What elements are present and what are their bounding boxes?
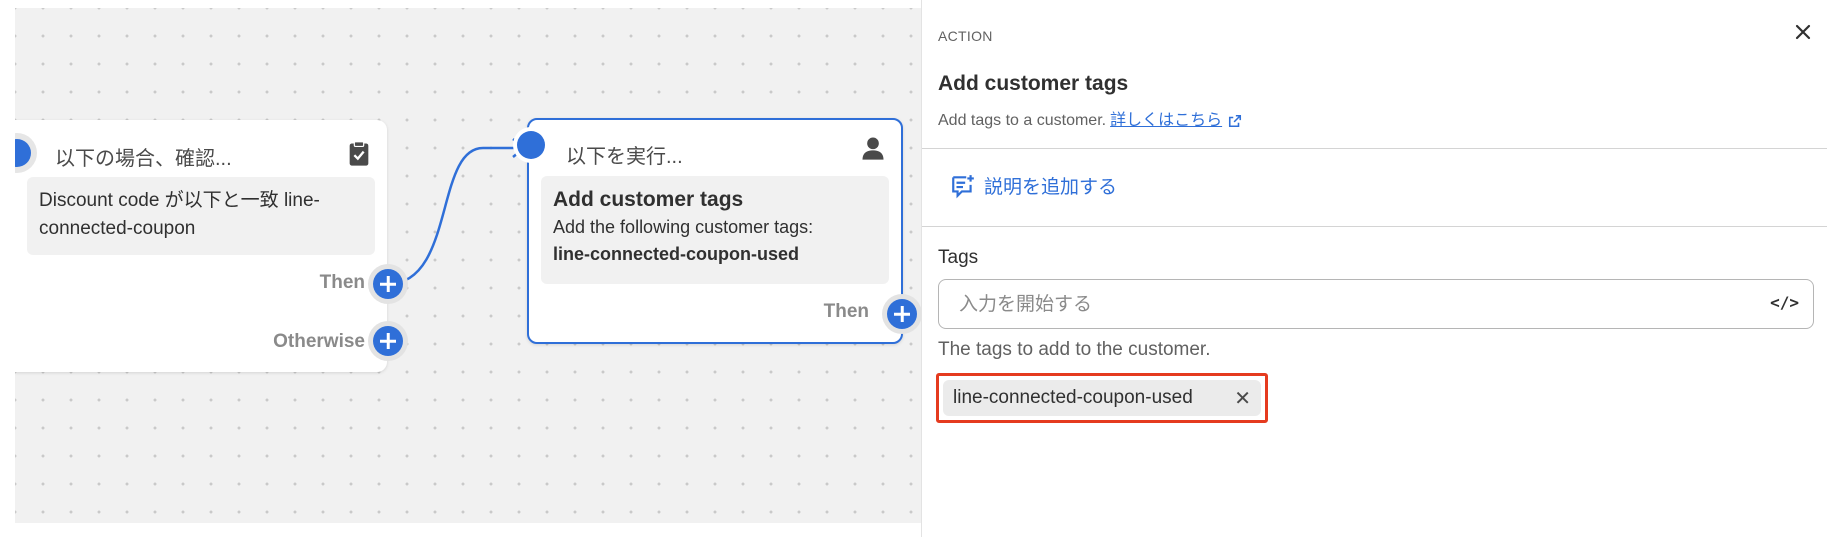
- panel-eyebrow: ACTION: [938, 28, 993, 44]
- tags-input-wrapper[interactable]: </>: [938, 279, 1814, 330]
- node-input-dot[interactable]: [15, 139, 31, 167]
- tag-chip-highlight: line-connected-coupon-used ✕: [936, 373, 1268, 423]
- add-note-icon: [952, 174, 974, 198]
- code-icon[interactable]: </>: [1770, 293, 1799, 312]
- tag-chip: line-connected-coupon-used ✕: [943, 380, 1261, 416]
- divider: [922, 226, 1827, 227]
- tags-help-text: The tags to add to the customer.: [938, 339, 1211, 360]
- add-otherwise-step-button[interactable]: [373, 326, 403, 356]
- tag-chip-label: line-connected-coupon-used: [953, 387, 1193, 408]
- branch-label-then: Then: [823, 301, 869, 322]
- remove-tag-icon[interactable]: ✕: [1234, 386, 1251, 411]
- close-icon[interactable]: [1791, 20, 1815, 44]
- divider: [922, 148, 1827, 149]
- add-then-step-button[interactable]: [887, 299, 917, 329]
- condition-node-body: Discount code が以下と一致 line-connected-coup…: [27, 177, 375, 255]
- action-node-body: Add customer tags Add the following cust…: [541, 176, 889, 284]
- panel-title: Add customer tags: [938, 72, 1129, 95]
- action-node-header: 以下を実行...: [566, 146, 683, 168]
- tags-field-label: Tags: [938, 247, 979, 268]
- panel-subtitle: Add tags to a customer. 詳しくはこちら: [938, 106, 1242, 130]
- action-node-tag: line-connected-coupon-used: [553, 244, 800, 264]
- external-link-icon[interactable]: [1228, 114, 1242, 128]
- action-node-title: Add customer tags: [553, 188, 744, 211]
- action-node[interactable]: 以下を実行... Add customer tags Add the follo…: [517, 118, 903, 344]
- tags-input[interactable]: [957, 280, 1741, 330]
- add-description-button[interactable]: 説明を追加する: [950, 172, 1117, 199]
- action-settings-panel: ACTION Add customer tags Add tags to a c…: [921, 0, 1844, 537]
- condition-node[interactable]: 以下の場合、確認... Discount code が以下と一致 line-co…: [15, 120, 387, 372]
- action-node-description: Add the following customer tags:: [553, 217, 814, 237]
- branch-label-then: Then: [319, 272, 365, 293]
- clipboard-check-icon: [349, 141, 369, 166]
- add-description-label: 説明を追加する: [984, 177, 1118, 198]
- add-then-step-button[interactable]: [373, 269, 403, 299]
- learn-more-link[interactable]: 詳しくはこちら: [1110, 112, 1222, 129]
- workflow-canvas[interactable]: 以下の場合、確認... Discount code が以下と一致 line-co…: [15, 8, 921, 523]
- condition-node-header: 以下の場合、確認...: [55, 148, 232, 170]
- person-icon: [862, 137, 884, 160]
- node-input-dot[interactable]: [517, 131, 545, 159]
- branch-label-otherwise: Otherwise: [273, 331, 365, 352]
- panel-subtitle-text: Add tags to a customer.: [938, 112, 1107, 129]
